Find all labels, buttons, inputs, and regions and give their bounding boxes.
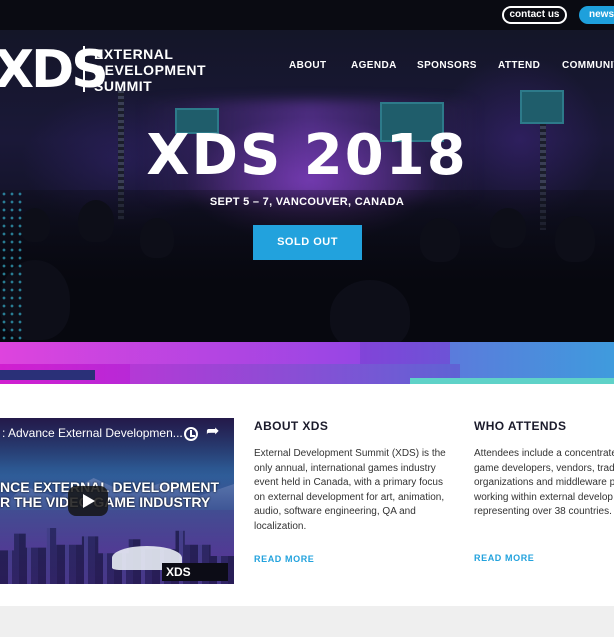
about-read-more-link[interactable]: READ MORE — [254, 554, 314, 564]
nav-community[interactable]: COMMUNITY — [562, 60, 614, 71]
video-overlay-line: R THE VIDEO GAME INDUSTRY — [0, 494, 211, 510]
utility-bar: contact us newsletter — [0, 0, 614, 30]
video-overlay-text: NCE EXTERNAL DEVELOPMENT R THE VIDEO GAM… — [0, 480, 219, 510]
attends-line: Attendees include a concentrated — [474, 448, 614, 459]
color-band — [0, 342, 614, 384]
audience-head — [420, 218, 460, 262]
video-player[interactable]: : Advance External Developmen... ➦ NCE E… — [0, 418, 234, 584]
clock-icon[interactable] — [184, 427, 198, 441]
attends-line: representing over 38 countries. — [474, 506, 612, 517]
hero-title-text: XDS 2018 — [146, 123, 468, 188]
about-line: event held in Canada, with a primary foc… — [254, 477, 443, 488]
share-icon[interactable]: ➦ — [206, 424, 219, 440]
nav-sponsors[interactable]: SPONSORS — [417, 60, 477, 71]
nav-about[interactable]: ABOUT — [289, 60, 327, 71]
hero-title: XDS 2018 — [0, 123, 614, 188]
nav-attend[interactable]: ATTEND — [498, 60, 540, 71]
newsletter-button[interactable]: newsletter — [579, 6, 614, 24]
contact-us-button[interactable]: contact us — [502, 6, 567, 24]
video-title[interactable]: : Advance External Developmen... — [2, 426, 183, 440]
audience-head — [555, 216, 595, 262]
stage-screen — [520, 90, 564, 124]
video-xds-logo: XDS — [162, 563, 228, 581]
about-line: localization. — [254, 520, 307, 532]
sold-out-button[interactable]: SOLD OUT — [253, 225, 362, 260]
band-segment — [450, 342, 614, 378]
brand-name-line: SUMMIT — [94, 78, 153, 94]
about-line: External Development Summit (XDS) is the — [254, 448, 446, 459]
attends-line: organizations and middleware p — [474, 477, 614, 488]
video-overlay-line: NCE EXTERNAL DEVELOPMENT — [0, 479, 220, 495]
brand-name[interactable]: EXTERNAL DEVELOPMENT SUMMIT — [94, 46, 206, 94]
who-attends-description: Attendees include a concentrated game de… — [474, 447, 614, 520]
event-dates-location: SEPT 5 – 7, VANCOUVER, CANADA — [209, 196, 405, 208]
who-attends-heading: WHO ATTENDS — [474, 419, 567, 433]
audience-head — [330, 280, 410, 342]
audience-head — [490, 208, 526, 248]
nav-agenda[interactable]: AGENDA — [351, 60, 397, 71]
logo-divider — [83, 46, 85, 92]
about-description: External Development Summit (XDS) is the… — [254, 447, 446, 534]
attends-line: working within external develop — [474, 491, 613, 503]
about-line: only annual, international games industr… — [254, 462, 436, 474]
about-heading: ABOUT XDS — [254, 419, 329, 433]
brand-name-line: DEVELOPMENT — [94, 62, 207, 78]
play-icon[interactable] — [68, 486, 108, 516]
attends-line: game developers, vendors, trade — [474, 462, 614, 474]
xds-logo[interactable]: XDS — [0, 44, 109, 96]
hero-banner: XDS EXTERNAL DEVELOPMENT SUMMIT ABOUT AG… — [0, 30, 614, 342]
video-logo-text: XDS — [166, 565, 191, 579]
band-segment — [0, 370, 95, 380]
dot-pattern — [0, 190, 26, 342]
brand-name-line: EXTERNAL — [94, 46, 174, 62]
attends-read-more-link[interactable]: READ MORE — [474, 553, 534, 563]
next-section-band — [0, 606, 614, 637]
about-line: audio, software engineering, QA and — [254, 506, 416, 517]
band-segment — [410, 378, 614, 384]
about-line: on external development for art, animati… — [254, 491, 445, 503]
audience-head — [140, 218, 174, 258]
band-segment — [0, 342, 360, 364]
